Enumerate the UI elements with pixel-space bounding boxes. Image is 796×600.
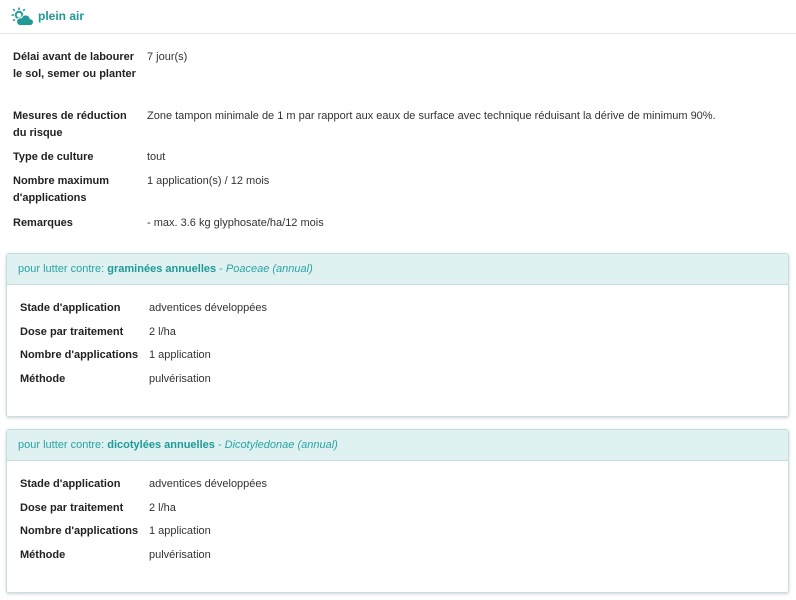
panel-row-value: 1 application <box>149 525 211 537</box>
panel-heading-target: dicotylées annuelles <box>107 439 215 451</box>
target-panel-dicotylees: pour lutter contre: dicotylées annuelles… <box>6 429 789 593</box>
panel-heading-separator: - <box>216 263 226 275</box>
sun-cloud-icon <box>11 7 34 27</box>
panel-row-value: 2 l/ha <box>149 502 176 514</box>
detail-label: Délai avant de labourer le sol, semer ou… <box>13 51 136 80</box>
panel-row-value: 1 application <box>149 349 211 361</box>
panel-row-dose: Dose par traitement 2 l/ha <box>7 500 788 520</box>
panel-row-label: Stade d'application <box>20 302 121 314</box>
detail-value: Zone tampon minimale de 1 m par rapport … <box>147 110 716 122</box>
panel-heading-separator: - <box>214 439 225 451</box>
header-title: plein air <box>38 9 85 23</box>
detail-label: Type de culture <box>13 151 94 163</box>
panel-row-stage: Stade d'application adventices développé… <box>7 476 788 496</box>
detail-value: 7 jour(s) <box>147 51 188 63</box>
product-details: Délai avant de labourer le sol, semer ou… <box>0 35 796 236</box>
detail-label: Nombre maximum d'applications <box>13 175 109 204</box>
panel-row-value: pulvérisation <box>149 549 211 561</box>
panel-row-value: 2 l/ha <box>149 326 176 338</box>
panel-row-value: pulvérisation <box>149 373 211 385</box>
section-header: plein air <box>0 0 796 34</box>
panel-row-label: Nombre d'applications <box>20 525 139 537</box>
target-panel-graminees: pour lutter contre: graminées annuelles … <box>6 253 789 417</box>
panel-heading-prefix: pour lutter contre: <box>18 263 105 275</box>
detail-label: Remarques <box>13 217 73 229</box>
panel-row-dose: Dose par traitement 2 l/ha <box>7 324 788 344</box>
panel-row-value: adventices développées <box>149 302 268 314</box>
detail-label: Mesures de réduction du risque <box>13 110 127 139</box>
panel-row-label: Méthode <box>20 373 66 385</box>
panel-row-method: Méthode pulvérisation <box>7 371 788 391</box>
panel-row-label: Dose par traitement <box>20 326 124 338</box>
panel-row-method: Méthode pulvérisation <box>7 547 788 567</box>
panel-row-label: Nombre d'applications <box>20 349 139 361</box>
panel-heading-prefix: pour lutter contre: <box>18 439 105 451</box>
detail-value: 1 application(s) / 12 mois <box>147 175 270 187</box>
detail-value: - max. 3.6 kg glyphosate/ha/12 mois <box>147 217 324 229</box>
panel-row-label: Méthode <box>20 549 66 561</box>
panel-row-label: Stade d'application <box>20 478 121 490</box>
panel-heading: pour lutter contre: dicotylées annuelles… <box>7 430 788 461</box>
panel-row-label: Dose par traitement <box>20 502 124 514</box>
panel-heading-target: graminées annuelles <box>107 263 217 275</box>
panel-heading: pour lutter contre: graminées annuelles … <box>7 254 788 285</box>
panel-row-value: adventices développées <box>149 478 268 490</box>
panel-heading-latin-name: Poaceae (annual) <box>225 263 313 275</box>
panel-row-stage: Stade d'application adventices développé… <box>7 300 788 320</box>
detail-value: tout <box>147 151 166 163</box>
panel-row-applications: Nombre d'applications 1 application <box>7 347 788 367</box>
panel-heading-latin-name: Dicotyledonae (annual) <box>224 439 338 451</box>
panel-row-applications: Nombre d'applications 1 application <box>7 523 788 543</box>
